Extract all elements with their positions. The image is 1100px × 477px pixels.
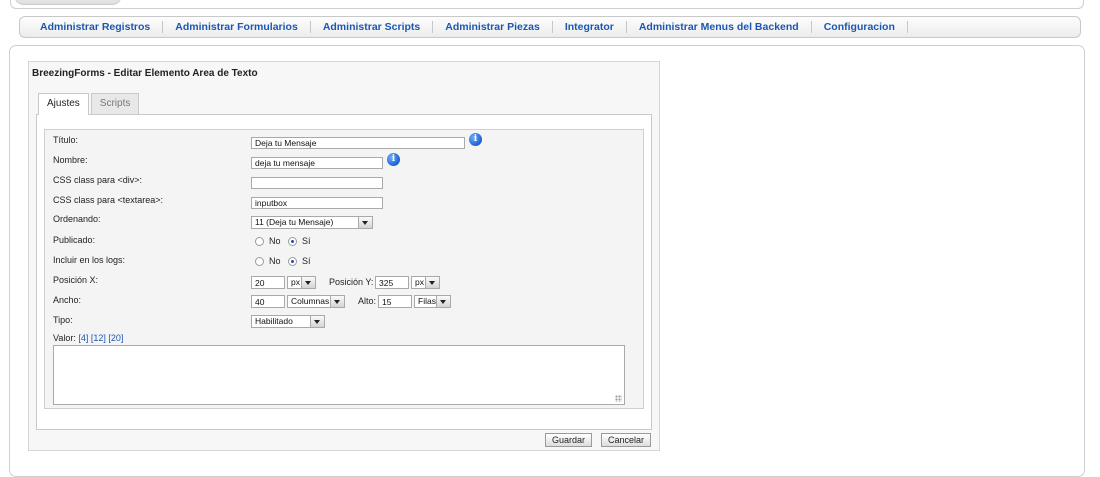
ancho-input[interactable] <box>251 295 285 308</box>
valor-link-4[interactable]: [4] <box>78 333 88 343</box>
ancho-unit-select[interactable]: Columnas <box>287 295 345 308</box>
publicado-si-radio[interactable] <box>288 237 297 246</box>
alto-unit-select[interactable]: Filas <box>414 295 451 308</box>
nombre-input[interactable] <box>251 157 383 169</box>
ancho-label: Ancho: <box>53 295 82 305</box>
chevron-down-icon <box>301 277 315 288</box>
tipo-label: Tipo: <box>53 315 73 325</box>
ordenando-select[interactable]: 11 (Deja tu Mensaje) <box>251 216 373 229</box>
chevron-down-icon <box>330 296 344 307</box>
titulo-input[interactable] <box>251 137 465 149</box>
menu-item-integrator[interactable]: Integrator <box>553 21 627 33</box>
posicion-y-unit-value: px <box>415 277 424 287</box>
alto-label: Alto: <box>358 296 377 306</box>
posicion-y-label: Posición Y: <box>329 277 374 287</box>
ancho-unit-value: Columnas <box>291 296 330 306</box>
chevron-down-icon <box>425 277 439 288</box>
posicion-y-input[interactable] <box>375 276 409 289</box>
menu-item-registros[interactable]: Administrar Registros <box>28 21 164 33</box>
ordenando-label: Ordenando: <box>53 214 101 224</box>
info-icon[interactable]: i <box>387 153 400 166</box>
resize-grip-icon[interactable] <box>615 395 622 402</box>
logs-no-radio[interactable] <box>255 257 264 266</box>
ordenando-value: 11 (Deja tu Mensaje) <box>255 217 334 227</box>
tab-scripts[interactable]: Scripts <box>90 93 140 114</box>
alto-input[interactable] <box>378 295 412 308</box>
logs-si-radio[interactable] <box>288 257 297 266</box>
chevron-down-icon <box>358 217 372 228</box>
menu-item-configuracion[interactable]: Configuracion <box>812 21 908 33</box>
top-frame <box>10 0 1084 9</box>
css-div-input[interactable] <box>251 177 383 189</box>
logs-si-label: Sí <box>302 256 311 266</box>
valor-link-12[interactable]: [12] <box>91 333 106 343</box>
guardar-button[interactable]: Guardar <box>545 433 593 447</box>
publicado-si-label: Sí <box>302 236 311 246</box>
tipo-select[interactable]: Habilitado <box>251 315 325 328</box>
alto-unit-value: Filas <box>418 296 436 306</box>
css-textarea-input[interactable] <box>251 197 383 209</box>
tab-content: Título: i Nombre: i CSS class para <div>… <box>36 114 652 430</box>
nombre-label: Nombre: <box>53 155 88 165</box>
cancelar-button[interactable]: Cancelar <box>601 433 652 447</box>
edit-element-panel: BreezingForms - Editar Elemento Area de … <box>28 61 660 451</box>
publicado-no-radio[interactable] <box>255 237 264 246</box>
css-div-label: CSS class para <div>: <box>53 175 143 185</box>
posicion-x-unit-value: px <box>291 277 300 287</box>
info-icon[interactable]: i <box>469 133 482 146</box>
menu-item-piezas[interactable]: Administrar Piezas <box>433 21 553 33</box>
chevron-down-icon <box>436 296 450 307</box>
valor-textarea[interactable] <box>53 345 625 405</box>
chevron-down-icon <box>310 316 324 327</box>
tab-ajustes[interactable]: Ajustes <box>38 93 89 115</box>
tab-bar: Ajustes Scripts <box>38 93 141 115</box>
publicado-label: Publicado: <box>53 235 96 245</box>
valor-link-20[interactable]: [20] <box>108 333 123 343</box>
valor-label-row: Valor: [4] [12] [20] <box>53 333 123 343</box>
valor-label: Valor: <box>53 333 76 343</box>
menu-item-scripts[interactable]: Administrar Scripts <box>311 21 434 33</box>
posicion-y-unit-select[interactable]: px <box>411 276 440 289</box>
titulo-label: Título: <box>53 135 79 145</box>
logo <box>14 0 122 5</box>
posicion-x-label: Posición X: <box>53 275 99 285</box>
settings-form: Título: i Nombre: i CSS class para <div>… <box>44 129 644 409</box>
publicado-no-label: No <box>269 236 281 246</box>
admin-menu-bar: Administrar Registros Administrar Formul… <box>19 16 1081 38</box>
menu-item-menus-backend[interactable]: Administrar Menus del Backend <box>627 21 812 33</box>
menu-item-formularios[interactable]: Administrar Formularios <box>163 21 311 33</box>
css-textarea-label: CSS class para <textarea>: <box>53 195 164 205</box>
logs-no-label: No <box>269 256 281 266</box>
tipo-value: Habilitado <box>255 316 293 326</box>
posicion-x-input[interactable] <box>251 276 285 289</box>
logs-label: Incluir en los logs: <box>53 255 126 265</box>
panel-title: BreezingForms - Editar Elemento Area de … <box>32 68 258 79</box>
posicion-x-unit-select[interactable]: px <box>287 276 316 289</box>
